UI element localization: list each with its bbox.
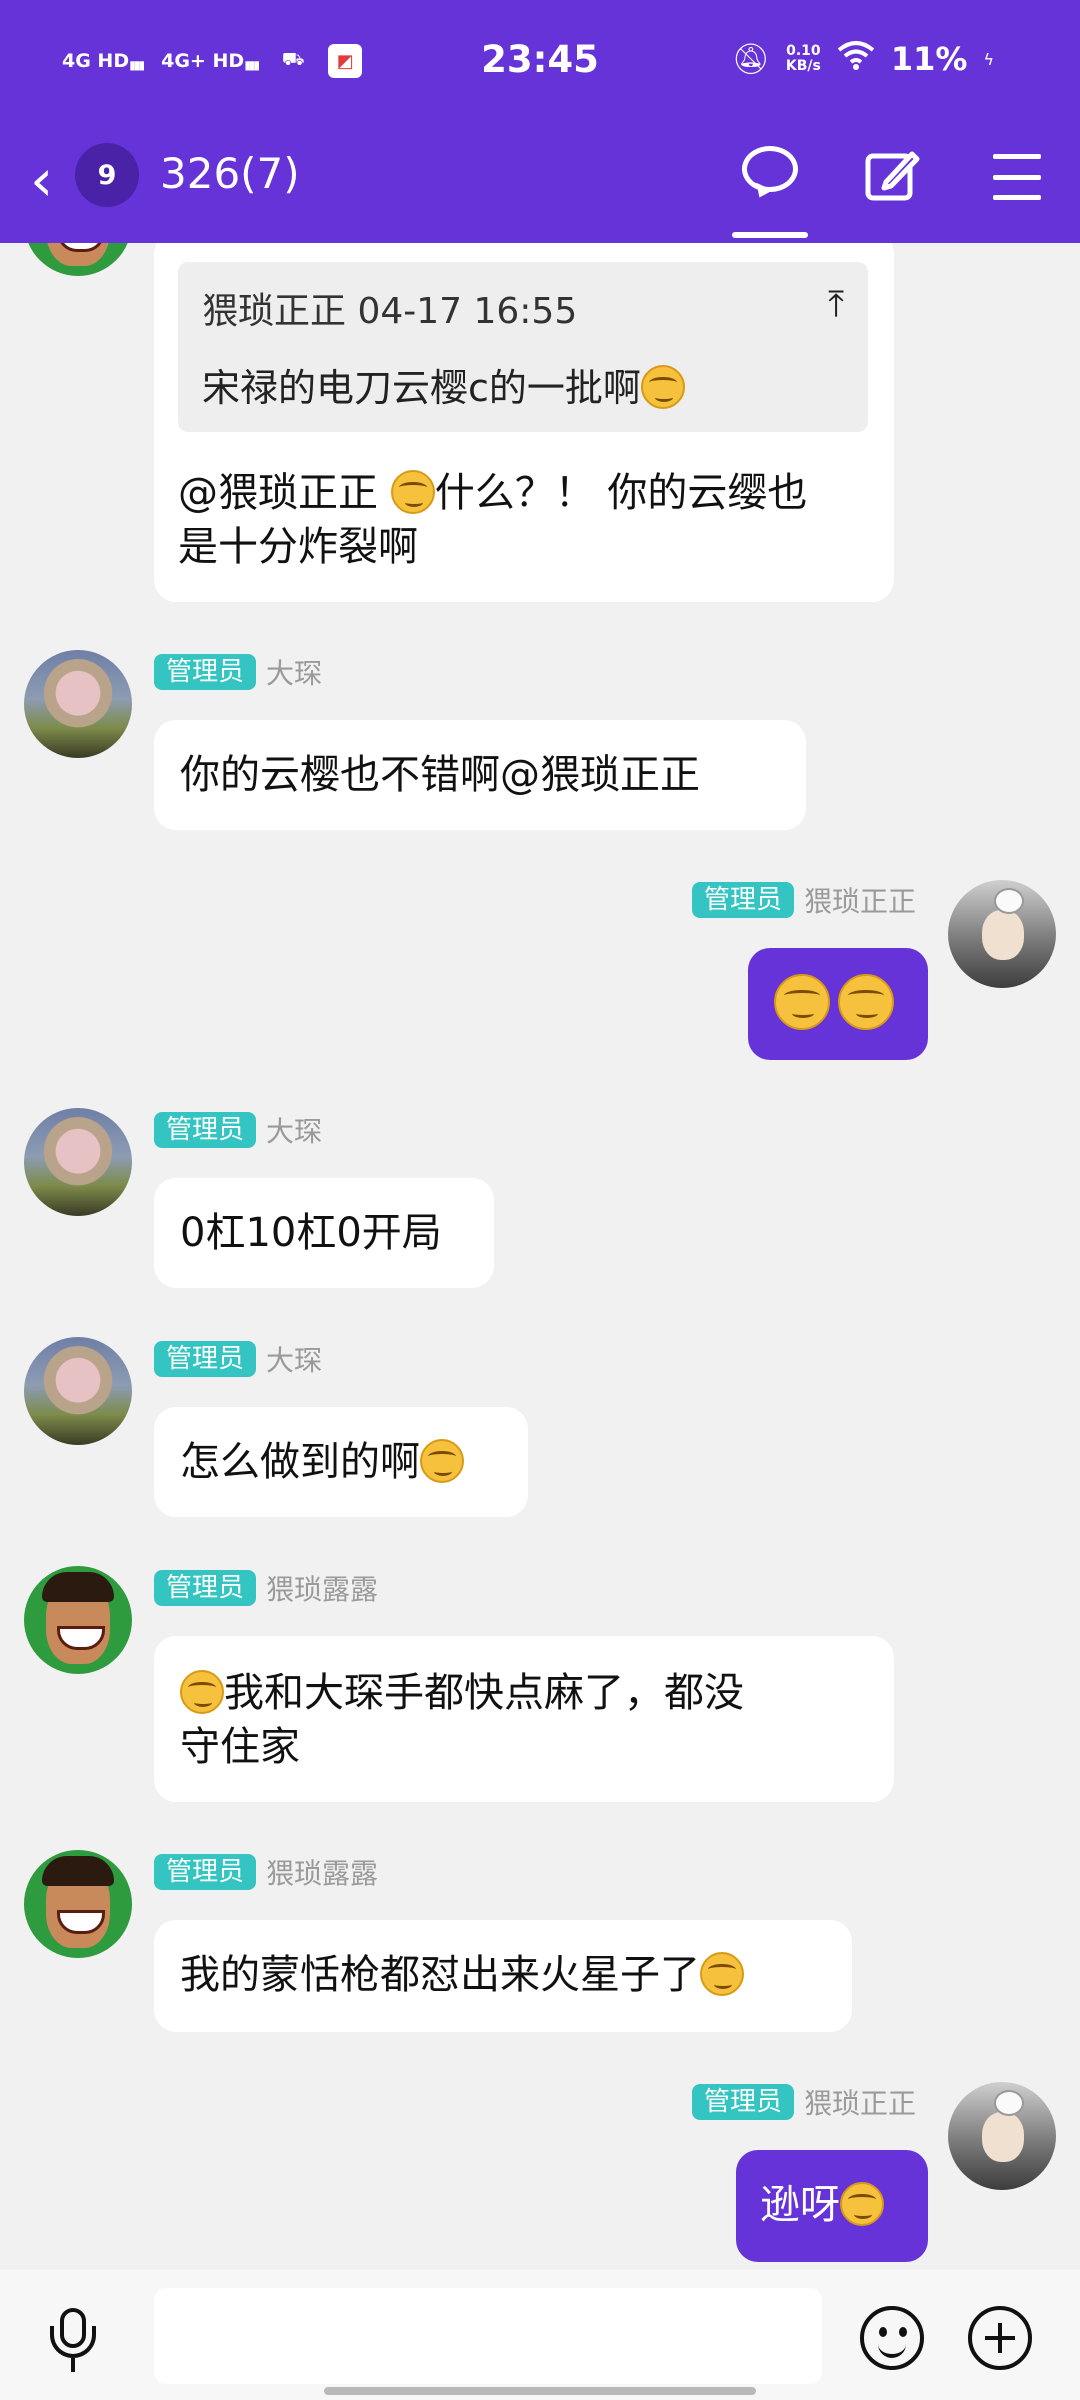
message-text: 怎么做到的啊	[180, 1439, 420, 1485]
message-bubble[interactable]: 我的蒙恬枪都怼出来火星子了	[154, 1920, 852, 2032]
role-badge: 管理员	[691, 882, 794, 918]
network-speed: 0.10 KB/s	[786, 44, 821, 74]
message-bubble[interactable]: 怎么做到的啊	[154, 1407, 528, 1517]
sender-name: 猥琐正正	[803, 885, 916, 918]
message-text: 守住家	[180, 1724, 300, 1770]
sender-meta: 管理员 猥琐露露	[154, 1568, 378, 1608]
message-text: @猥琐正正 什么？！ 你的云缨也 是十分炸裂啊	[178, 466, 878, 574]
quote-author-time: 猥琐正正 04-17 16:55	[202, 291, 578, 332]
emoji-button[interactable]	[860, 2306, 924, 2370]
message-text: 你的云樱也不错啊@猥琐正正	[180, 752, 700, 798]
tab-chat[interactable]	[735, 144, 805, 204]
grinning-squint-emoji-icon	[840, 2182, 884, 2226]
sender-meta: 管理员 猥琐正正	[691, 2082, 916, 2122]
role-badge: 管理员	[154, 1854, 257, 1890]
voice-button[interactable]	[46, 2308, 102, 2374]
more-button[interactable]	[968, 2306, 1032, 2370]
home-indicator[interactable]	[324, 2387, 756, 2395]
message-text-part: 什么？！ 你的云缨也	[434, 470, 808, 516]
sender-meta: 管理员 大琛	[154, 1339, 322, 1379]
avatar[interactable]	[24, 650, 132, 758]
chat-bubble-icon	[742, 146, 798, 202]
back-button[interactable]: ‹	[30, 148, 53, 212]
avatar[interactable]	[24, 1337, 132, 1445]
avatar[interactable]	[948, 880, 1056, 988]
sender-name: 猥琐正正	[803, 2087, 916, 2120]
message-bubble[interactable]: 0杠10杠0开局	[154, 1178, 494, 1288]
sender-name: 猥琐露露	[266, 1857, 379, 1890]
avatar[interactable]	[948, 2082, 1056, 2190]
role-badge: 管理员	[154, 1570, 257, 1606]
message-text: 0杠10杠0开局	[180, 1210, 442, 1256]
grinning-squint-emoji-icon	[420, 1439, 464, 1483]
unread-count-badge[interactable]: 9	[75, 143, 139, 207]
charging-icon: ϟ	[983, 49, 994, 69]
role-badge: 管理员	[154, 1112, 257, 1148]
grinning-squint-emoji-icon	[838, 974, 894, 1030]
network-speed-value: 0.10	[786, 43, 821, 59]
grinning-squint-emoji-icon	[700, 1952, 744, 1996]
menu-button[interactable]	[993, 154, 1041, 200]
sender-meta: 管理员 大琛	[154, 1110, 322, 1150]
message-bubble[interactable]: 逊呀	[736, 2150, 928, 2262]
hamburger-menu-icon	[993, 154, 1041, 159]
chevron-left-icon: ‹	[30, 146, 54, 214]
grinning-squint-emoji-icon	[180, 1670, 224, 1714]
network-speed-unit: KB/s	[785, 58, 821, 74]
group-title: 326(7)	[160, 149, 300, 198]
sender-meta: 管理员 猥琐露露	[154, 1852, 378, 1892]
status-right: 🔕︎ 0.10 KB/s 11% ϟ	[732, 40, 994, 78]
message-bubble[interactable]: 我和大琛手都快点麻了，都没 守住家	[154, 1636, 894, 1802]
message-text-part: @猥琐正正	[178, 470, 391, 516]
avatar[interactable]	[24, 1850, 132, 1958]
sender-name: 大琛	[266, 1344, 323, 1377]
quote-text-content: 宋禄的电刀云樱c的一批啊	[202, 366, 641, 410]
active-tab-indicator	[732, 232, 808, 238]
message-bubble[interactable]	[748, 948, 928, 1060]
arrow-up-bar-icon[interactable]: ⤒	[828, 284, 844, 326]
wifi-icon	[837, 40, 875, 78]
status-bar: 4G HD ▮▮▮ 4G+ HD ▮▮▮ ⛟ ◩ 23:45 🔕︎ 0.10 KB/s…	[0, 0, 1080, 120]
bell-off-icon: 🔕︎	[731, 41, 770, 77]
message-text: 逊呀	[760, 2182, 840, 2228]
input-bar	[0, 2270, 1080, 2400]
sender-name: 大琛	[266, 1115, 323, 1148]
message-text: 我的蒙恬枪都怼出来火星子了	[180, 1952, 700, 1998]
quoted-message[interactable]: 猥琐正正 04-17 16:55 ⤒ 宋禄的电刀云樱c的一批啊	[178, 262, 868, 432]
role-badge: 管理员	[154, 654, 257, 690]
avatar[interactable]	[24, 1566, 132, 1674]
sender-name: 猥琐露露	[266, 1573, 379, 1606]
role-badge: 管理员	[154, 1341, 257, 1377]
sender-name: 大琛	[266, 657, 323, 690]
grinning-squint-emoji-icon	[390, 470, 435, 514]
sender-meta: 管理员 猥琐正正	[691, 880, 916, 920]
quote-text: 宋禄的电刀云樱c的一批啊	[202, 357, 685, 412]
avatar[interactable]	[24, 1108, 132, 1216]
message-text-part: 是十分炸裂啊	[178, 524, 418, 570]
tab-edit[interactable]	[864, 148, 920, 204]
edit-icon	[865, 151, 920, 201]
battery-level: 11%	[890, 40, 968, 78]
grinning-squint-emoji-icon	[640, 365, 685, 409]
sender-meta: 管理员 大琛	[154, 652, 322, 692]
message-input[interactable]	[154, 2288, 822, 2384]
message-bubble[interactable]: 你的云樱也不错啊@猥琐正正	[154, 720, 806, 830]
nav-bar: ‹ 9 326(7)	[0, 120, 1080, 243]
role-badge: 管理员	[691, 2084, 794, 2120]
grinning-squint-emoji-icon	[774, 974, 830, 1030]
top-bar: 4G HD ▮▮▮ 4G+ HD ▮▮▮ ⛟ ◩ 23:45 🔕︎ 0.10 KB/s…	[0, 0, 1080, 243]
message-text: 我和大琛手都快点麻了，都没	[224, 1670, 744, 1716]
